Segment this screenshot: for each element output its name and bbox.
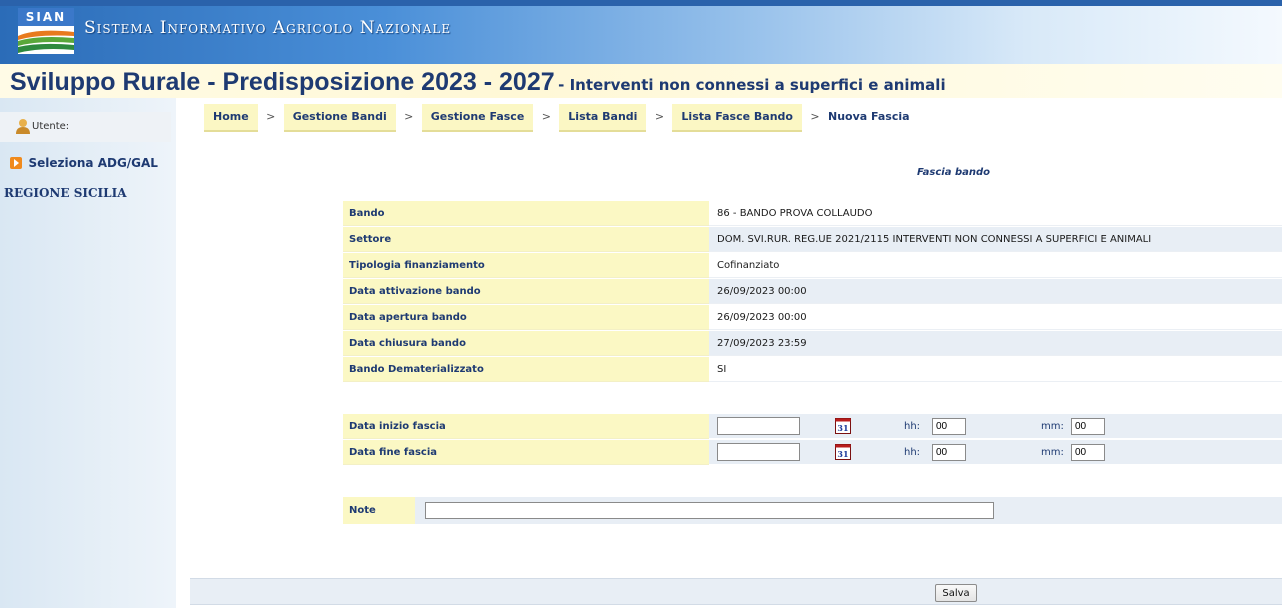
title-band: Sviluppo Rurale - Predisposizione 2023 -… xyxy=(0,64,1282,98)
calendar-icon[interactable]: 31 xyxy=(835,418,851,434)
info-value: 26/09/2023 00:00 xyxy=(709,305,1282,330)
breadcrumb-gestione-fasce[interactable]: Gestione Fasce xyxy=(421,104,534,132)
page-title: Sviluppo Rurale - Predisposizione 2023 -… xyxy=(10,68,946,97)
page-title-sub: - Interventi non connessi a superfici e … xyxy=(558,76,946,94)
save-button[interactable]: Salva xyxy=(935,584,977,602)
user-info: Utente: xyxy=(0,112,171,142)
info-label: Data chiusura bando xyxy=(343,331,709,356)
breadcrumb-lista-bandi[interactable]: Lista Bandi xyxy=(559,104,647,132)
breadcrumb-separator: > xyxy=(654,110,665,123)
note-input[interactable] xyxy=(425,502,994,519)
info-row-dematerializzato: Bando Dematerializzato SI xyxy=(343,357,1282,383)
header-top-line xyxy=(0,0,1282,6)
info-row-chiusura: Data chiusura bando 27/09/2023 23:59 xyxy=(343,331,1282,357)
note-label: Note xyxy=(343,497,415,524)
info-label: Data attivazione bando xyxy=(343,279,709,304)
info-row-settore: Settore DOM. SVI.RUR. REG.UE 2021/2115 I… xyxy=(343,227,1282,253)
end-hour-input[interactable] xyxy=(932,444,966,461)
breadcrumb-lista-fasce-bando[interactable]: Lista Fasce Bando xyxy=(672,104,802,132)
hh-label: hh: xyxy=(904,421,921,432)
sian-logo-icon xyxy=(18,26,74,54)
info-value: 27/09/2023 23:59 xyxy=(709,331,1282,356)
fascia-label: Data inizio fascia xyxy=(343,414,709,439)
fascia-value: 31 hh: mm: xyxy=(709,440,1282,465)
breadcrumb-separator: > xyxy=(266,110,276,123)
footer-bar: Salva xyxy=(190,578,1282,605)
info-label: Settore xyxy=(343,227,709,252)
arrow-right-icon xyxy=(10,157,22,169)
user-icon xyxy=(16,119,30,134)
info-label: Bando Dematerializzato xyxy=(343,357,709,382)
breadcrumb-gestione-bandi[interactable]: Gestione Bandi xyxy=(283,104,396,132)
breadcrumb-separator: > xyxy=(541,110,551,123)
info-value: SI xyxy=(709,357,1282,382)
select-adg-gal-link[interactable]: Seleziona ADG/GAL xyxy=(10,156,158,170)
info-row-attivazione: Data attivazione bando 26/09/2023 00:00 xyxy=(343,279,1282,305)
info-row-bando: Bando 86 - BANDO PROVA COLLAUDO xyxy=(343,201,1282,227)
sidebar: Utente: Seleziona ADG/GAL REGIONE SICILI… xyxy=(0,98,176,608)
mm-label: mm: xyxy=(1041,421,1064,432)
logo-text: SIAN xyxy=(18,8,74,26)
fascia-value: 31 hh: mm: xyxy=(709,414,1282,439)
breadcrumb-separator: > xyxy=(810,110,820,123)
fascia-row-inizio: Data inizio fascia 31 hh: mm: xyxy=(343,414,1282,440)
info-value: 26/09/2023 00:00 xyxy=(709,279,1282,304)
calendar-icon[interactable]: 31 xyxy=(835,444,851,460)
user-label: Utente: xyxy=(32,121,70,132)
info-row-tipologia: Tipologia finanziamento Cofinanziato xyxy=(343,253,1282,279)
app-header: SIAN Sistema Informativo Agricolo Nazion… xyxy=(0,0,1282,64)
fascia-label: Data fine fascia xyxy=(343,440,709,465)
fascia-row-fine: Data fine fascia 31 hh: mm: xyxy=(343,440,1282,466)
info-label: Tipologia finanziamento xyxy=(343,253,709,278)
calendar-icon-text: 31 xyxy=(837,423,848,433)
note-row: Note xyxy=(343,497,1282,524)
system-name: Sistema Informativo Agricolo Nazionale xyxy=(84,18,452,38)
info-row-apertura: Data apertura bando 26/09/2023 00:00 xyxy=(343,305,1282,331)
end-minute-input[interactable] xyxy=(1071,444,1105,461)
breadcrumb-home[interactable]: Home xyxy=(204,104,258,132)
hh-label: hh: xyxy=(904,447,921,458)
info-label: Data apertura bando xyxy=(343,305,709,330)
breadcrumb-separator: > xyxy=(404,110,414,123)
info-value: 86 - BANDO PROVA COLLAUDO xyxy=(709,201,1282,226)
page-title-main: Sviluppo Rurale - Predisposizione 2023 -… xyxy=(10,68,555,96)
calendar-icon-text: 31 xyxy=(837,449,848,459)
breadcrumb-current: Nuova Fascia xyxy=(827,110,910,123)
end-date-input[interactable] xyxy=(717,443,800,461)
start-date-input[interactable] xyxy=(717,417,800,435)
info-value: Cofinanziato xyxy=(709,253,1282,278)
mm-label: mm: xyxy=(1041,447,1064,458)
sian-logo[interactable]: SIAN xyxy=(18,8,74,54)
region-label: REGIONE SICILIA xyxy=(4,186,127,200)
info-value: DOM. SVI.RUR. REG.UE 2021/2115 INTERVENT… xyxy=(709,227,1282,252)
info-label: Bando xyxy=(343,201,709,226)
form-title: Fascia bando xyxy=(917,167,991,178)
start-hour-input[interactable] xyxy=(932,418,966,435)
breadcrumb: Home > Gestione Bandi > Gestione Fasce > Lista… xyxy=(204,104,910,132)
select-adg-gal-label: Seleziona ADG/GAL xyxy=(28,156,158,170)
start-minute-input[interactable] xyxy=(1071,418,1105,435)
